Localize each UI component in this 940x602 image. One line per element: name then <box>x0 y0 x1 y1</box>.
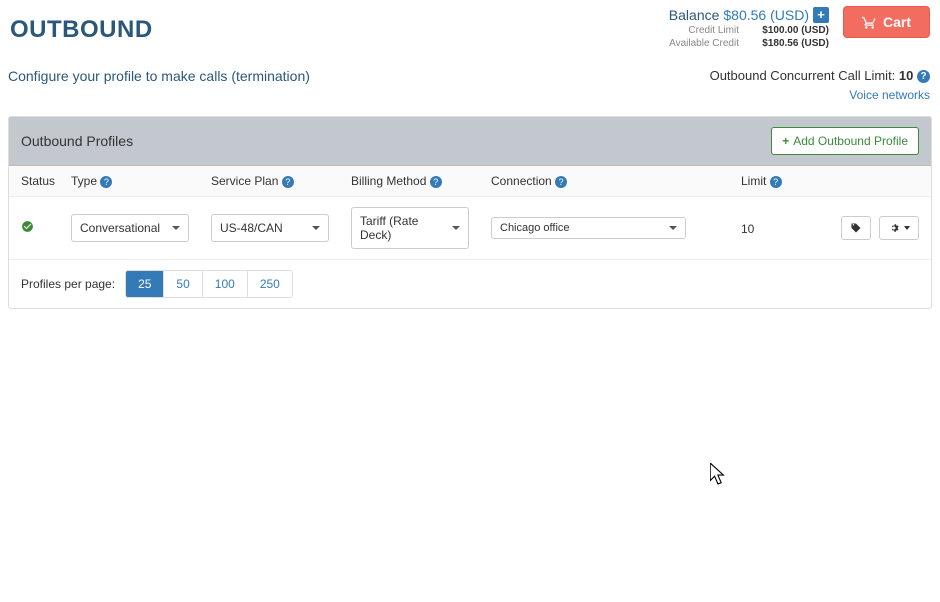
help-icon[interactable]: ? <box>430 176 442 188</box>
cursor-icon <box>710 463 728 485</box>
type-value: Conversational <box>80 221 160 235</box>
add-button-label: Add Outbound Profile <box>793 134 908 148</box>
table-header: Status Type ? Service Plan ? Billing Met… <box>9 166 931 197</box>
col-type: Type <box>71 174 97 188</box>
call-limit-value: 10 <box>899 68 913 83</box>
pager: 25 50 100 250 <box>125 270 293 298</box>
configure-text: Configure your profile to make calls (te… <box>8 68 310 84</box>
col-plan: Service Plan <box>211 174 278 188</box>
type-dropdown[interactable]: Conversational <box>71 214 189 242</box>
help-icon[interactable]: ? <box>282 176 294 188</box>
page-title: OUTBOUND <box>10 6 153 44</box>
add-outbound-profile-button[interactable]: + Add Outbound Profile <box>771 127 919 155</box>
connection-dropdown[interactable]: Chicago office <box>491 217 686 239</box>
pager-label: Profiles per page: <box>21 277 115 291</box>
connection-value: Chicago office <box>500 222 570 234</box>
page-size-25[interactable]: 25 <box>126 271 164 297</box>
page-size-50[interactable]: 50 <box>164 271 202 297</box>
credit-limit-value: $100.00 (USD) <box>749 24 829 37</box>
call-limit-label: Outbound Concurrent Call Limit: <box>710 68 899 83</box>
chevron-down-icon <box>904 226 910 230</box>
help-icon[interactable]: ? <box>555 176 567 188</box>
plan-dropdown[interactable]: US-48/CAN <box>211 214 329 242</box>
available-credit-label: Available Credit <box>669 37 739 50</box>
settings-button[interactable] <box>879 216 919 240</box>
table-row: Conversational US-48/CAN Tariff (Rate De… <box>9 197 931 260</box>
tag-icon <box>850 222 862 234</box>
page-size-250[interactable]: 250 <box>248 271 292 297</box>
balance-value: $80.56 (USD) <box>723 6 809 24</box>
billing-dropdown[interactable]: Tariff (Rate Deck) <box>351 207 469 249</box>
tag-button[interactable] <box>841 216 871 240</box>
col-billing: Billing Method <box>351 174 426 188</box>
plan-value: US-48/CAN <box>220 221 283 235</box>
limit-value: 10 <box>741 222 754 236</box>
col-limit: Limit <box>741 174 766 188</box>
chevron-down-icon <box>452 226 460 230</box>
plus-icon: + <box>782 134 789 148</box>
page-size-100[interactable]: 100 <box>203 271 248 297</box>
available-credit-value: $180.56 (USD) <box>749 37 829 50</box>
plus-icon[interactable]: + <box>813 7 829 23</box>
balance-label: Balance <box>669 6 720 24</box>
credit-limit-label: Credit Limit <box>669 24 739 37</box>
help-icon[interactable]: ? <box>100 176 112 188</box>
cart-label: Cart <box>883 14 911 30</box>
cart-button[interactable]: Cart <box>843 6 930 38</box>
col-connection: Connection <box>491 174 552 188</box>
chevron-down-icon <box>172 226 180 230</box>
status-ok-icon <box>21 221 34 236</box>
outbound-profiles-panel: Outbound Profiles + Add Outbound Profile… <box>8 116 932 309</box>
voice-networks-link[interactable]: Voice networks <box>849 88 930 102</box>
help-icon[interactable]: ? <box>917 70 930 83</box>
help-icon[interactable]: ? <box>770 176 782 188</box>
col-status: Status <box>21 174 71 188</box>
chevron-down-icon <box>669 226 677 230</box>
gear-icon <box>888 222 900 234</box>
panel-title: Outbound Profiles <box>21 133 133 149</box>
cart-icon <box>862 15 877 30</box>
chevron-down-icon <box>312 226 320 230</box>
billing-value: Tariff (Rate Deck) <box>360 214 452 242</box>
